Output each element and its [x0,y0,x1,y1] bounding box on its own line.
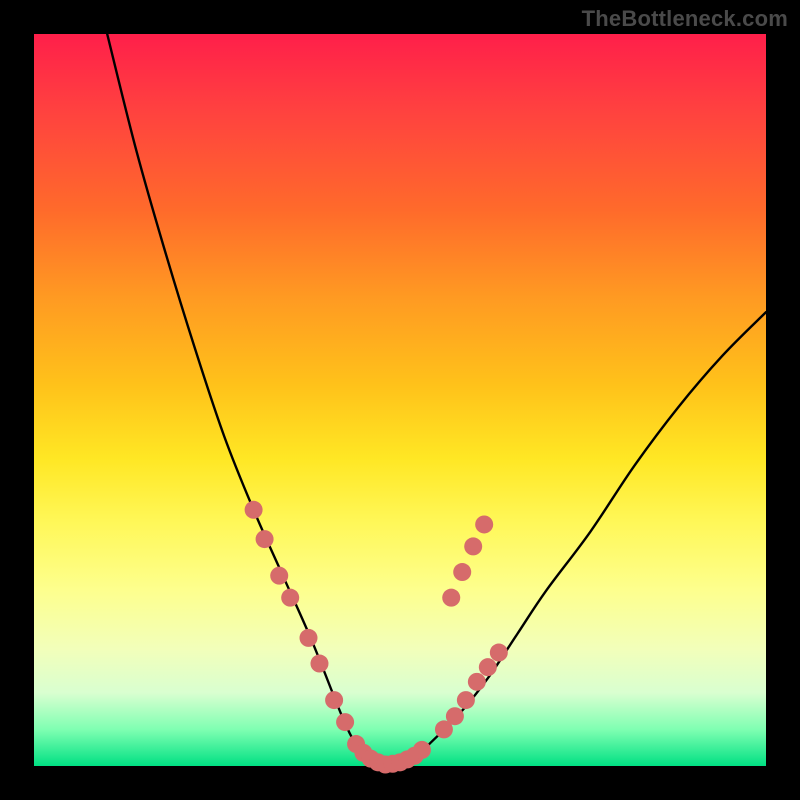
sample-dot [453,563,471,581]
dots-layer [245,501,508,774]
sample-dot [256,530,274,548]
sample-dot [245,501,263,519]
sample-dot [300,629,318,647]
sample-dot [325,691,343,709]
sample-dot [475,515,493,533]
bottleneck-curve [107,34,766,767]
sample-dot [281,589,299,607]
sample-dot [479,658,497,676]
chart-frame: TheBottleneck.com [0,0,800,800]
watermark-label: TheBottleneck.com [582,6,788,32]
sample-dot [464,537,482,555]
curve-layer [107,34,766,767]
sample-dot [442,589,460,607]
sample-dot [446,707,464,725]
sample-dot [490,644,508,662]
bottleneck-chart [0,0,800,800]
sample-dot [413,741,431,759]
sample-dot [457,691,475,709]
sample-dot [468,673,486,691]
sample-dot [336,713,354,731]
sample-dot [270,567,288,585]
sample-dot [310,655,328,673]
